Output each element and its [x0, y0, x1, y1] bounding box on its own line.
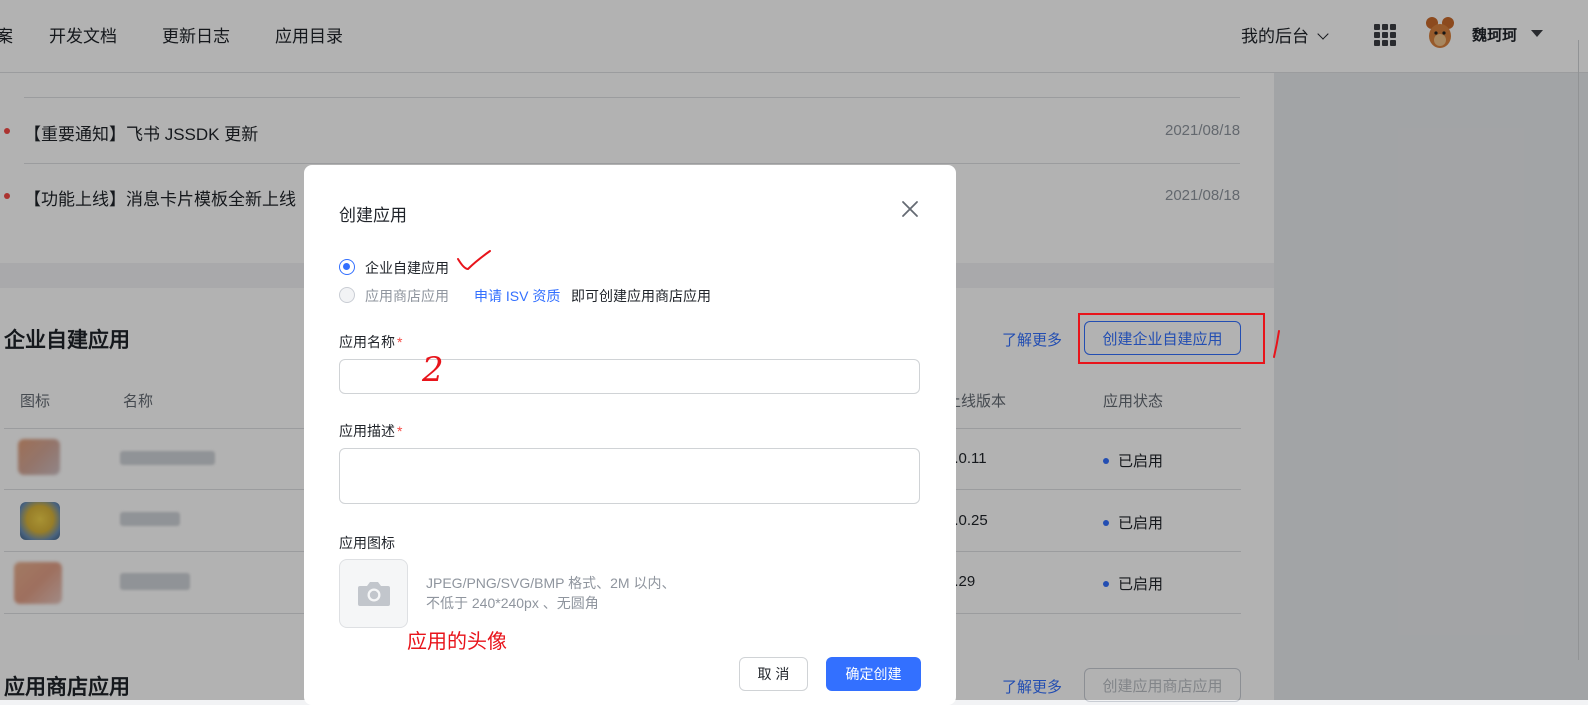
annotation-step-2: 2: [422, 350, 444, 390]
camera-icon: [358, 582, 390, 606]
radio-store-app-label: 应用商店应用: [365, 288, 449, 304]
apply-isv-suffix: 即可创建应用商店应用: [571, 288, 711, 304]
radio-enterprise-app[interactable]: [339, 259, 355, 275]
icon-upload-button[interactable]: [339, 559, 408, 628]
confirm-create-button[interactable]: 确定创建: [826, 657, 921, 691]
annotation-checkmark: [457, 250, 491, 271]
app-description-input[interactable]: [339, 448, 920, 504]
icon-hint-line1: JPEG/PNG/SVG/BMP 格式、2M 以内、: [426, 575, 676, 591]
dialog-title: 创建应用: [339, 206, 407, 225]
annotation-highlight-box: [1078, 313, 1265, 364]
create-app-dialog: 创建应用 企业自建应用 应用商店应用 申请 ISV 资质 即可创建应用商店应用 …: [304, 165, 956, 705]
annotation-step-1: [1273, 330, 1280, 358]
name-field-label: 应用名称 *: [339, 334, 403, 350]
icon-hint-line2: 不低于 240*240px 、无圆角: [426, 595, 599, 611]
icon-field-label: 应用图标: [339, 535, 395, 551]
desc-field-label: 应用描述 *: [339, 423, 403, 439]
apply-isv-link[interactable]: 申请 ISV 资质: [474, 286, 560, 306]
close-icon[interactable]: [900, 199, 920, 219]
cancel-button[interactable]: 取 消: [739, 657, 808, 691]
annotation-avatar-note: 应用的头像: [407, 631, 507, 653]
radio-store-app: [339, 287, 355, 303]
radio-enterprise-app-label[interactable]: 企业自建应用: [365, 258, 449, 278]
